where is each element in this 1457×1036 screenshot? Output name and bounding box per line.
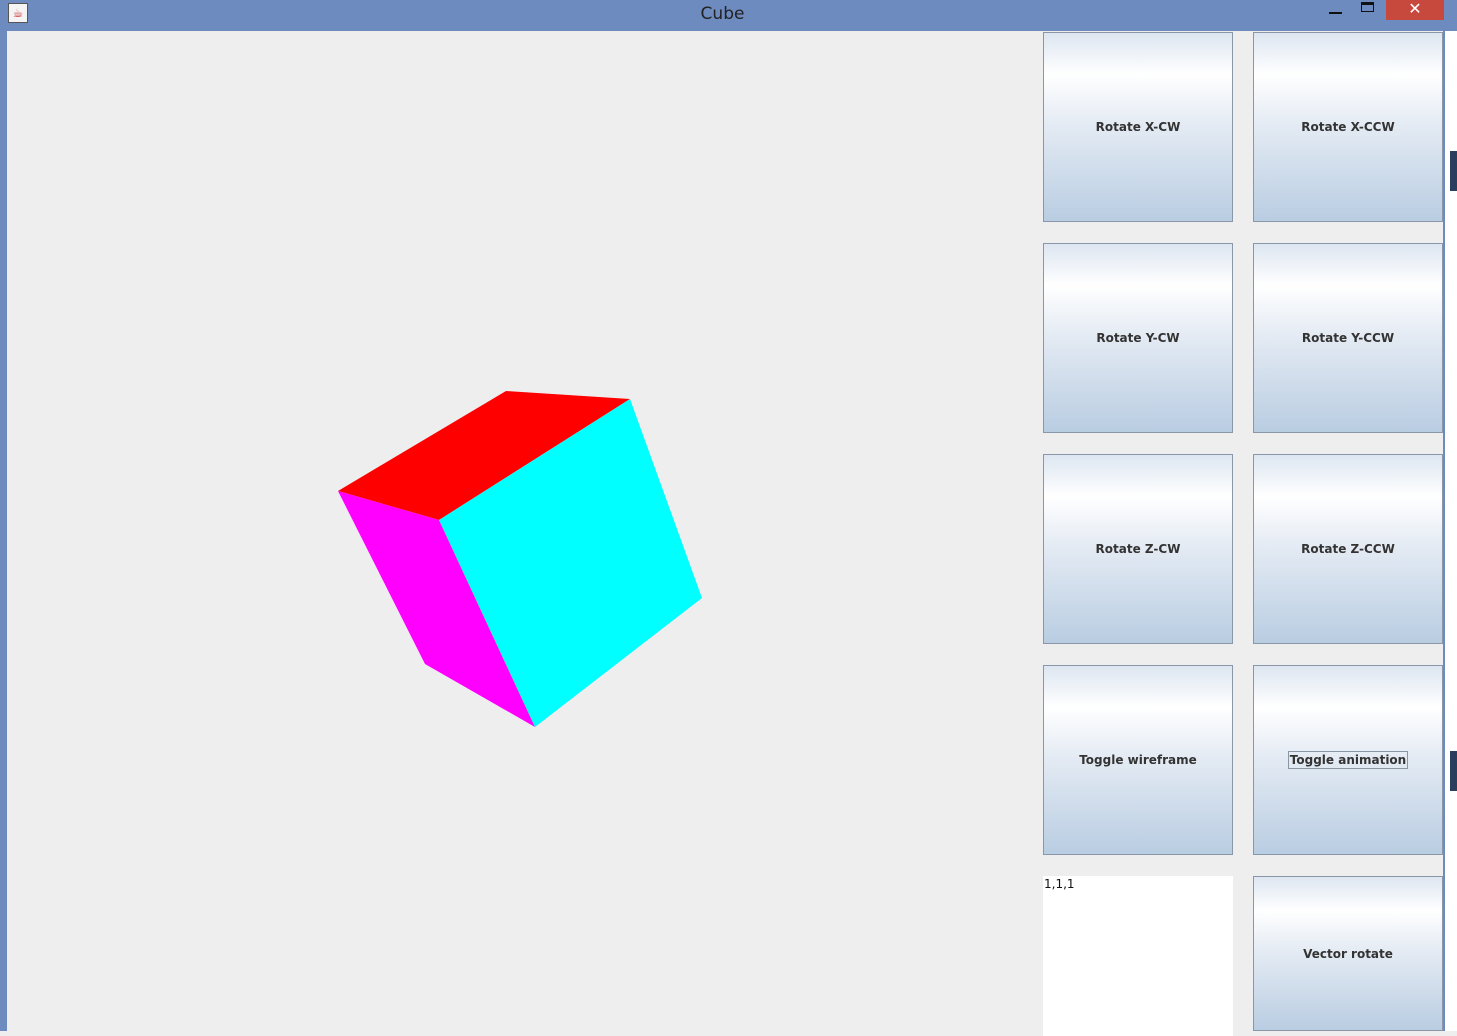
rotate-z-ccw-button[interactable]: Rotate Z-CCW xyxy=(1253,454,1443,644)
maximize-icon[interactable] xyxy=(1355,0,1383,18)
toggle-animation-button[interactable]: Toggle animation xyxy=(1253,665,1443,855)
rotate-y-cw-button[interactable]: Rotate Y-CW xyxy=(1043,243,1233,433)
vector-rotate-button[interactable]: Vector rotate xyxy=(1253,876,1443,1031)
minimize-icon[interactable] xyxy=(1325,2,1351,20)
vector-input-field[interactable]: 1,1,1 xyxy=(1043,876,1233,1036)
rotate-y-ccw-button[interactable]: Rotate Y-CCW xyxy=(1253,243,1443,433)
rotate-x-cw-button[interactable]: Rotate X-CW xyxy=(1043,32,1233,222)
toggle-animation-label: Toggle animation xyxy=(1287,751,1409,769)
cube-canvas xyxy=(338,391,702,727)
rotate-x-ccw-button[interactable]: Rotate X-CCW xyxy=(1253,32,1443,222)
application-window: ☕ Cube ✕ Rotate X-CW Rotate X-CCW Rotate… xyxy=(0,0,1457,1036)
window-title: Cube xyxy=(700,4,745,24)
close-button[interactable]: ✕ xyxy=(1386,0,1444,20)
background-window-edge xyxy=(1445,31,1457,1031)
title-bar[interactable]: ☕ Cube ✕ xyxy=(0,0,1445,31)
rotate-z-cw-button[interactable]: Rotate Z-CW xyxy=(1043,454,1233,644)
content-pane: Rotate X-CW Rotate X-CCW Rotate Y-CW Rot… xyxy=(7,31,1443,1036)
toggle-wireframe-button[interactable]: Toggle wireframe xyxy=(1043,665,1233,855)
